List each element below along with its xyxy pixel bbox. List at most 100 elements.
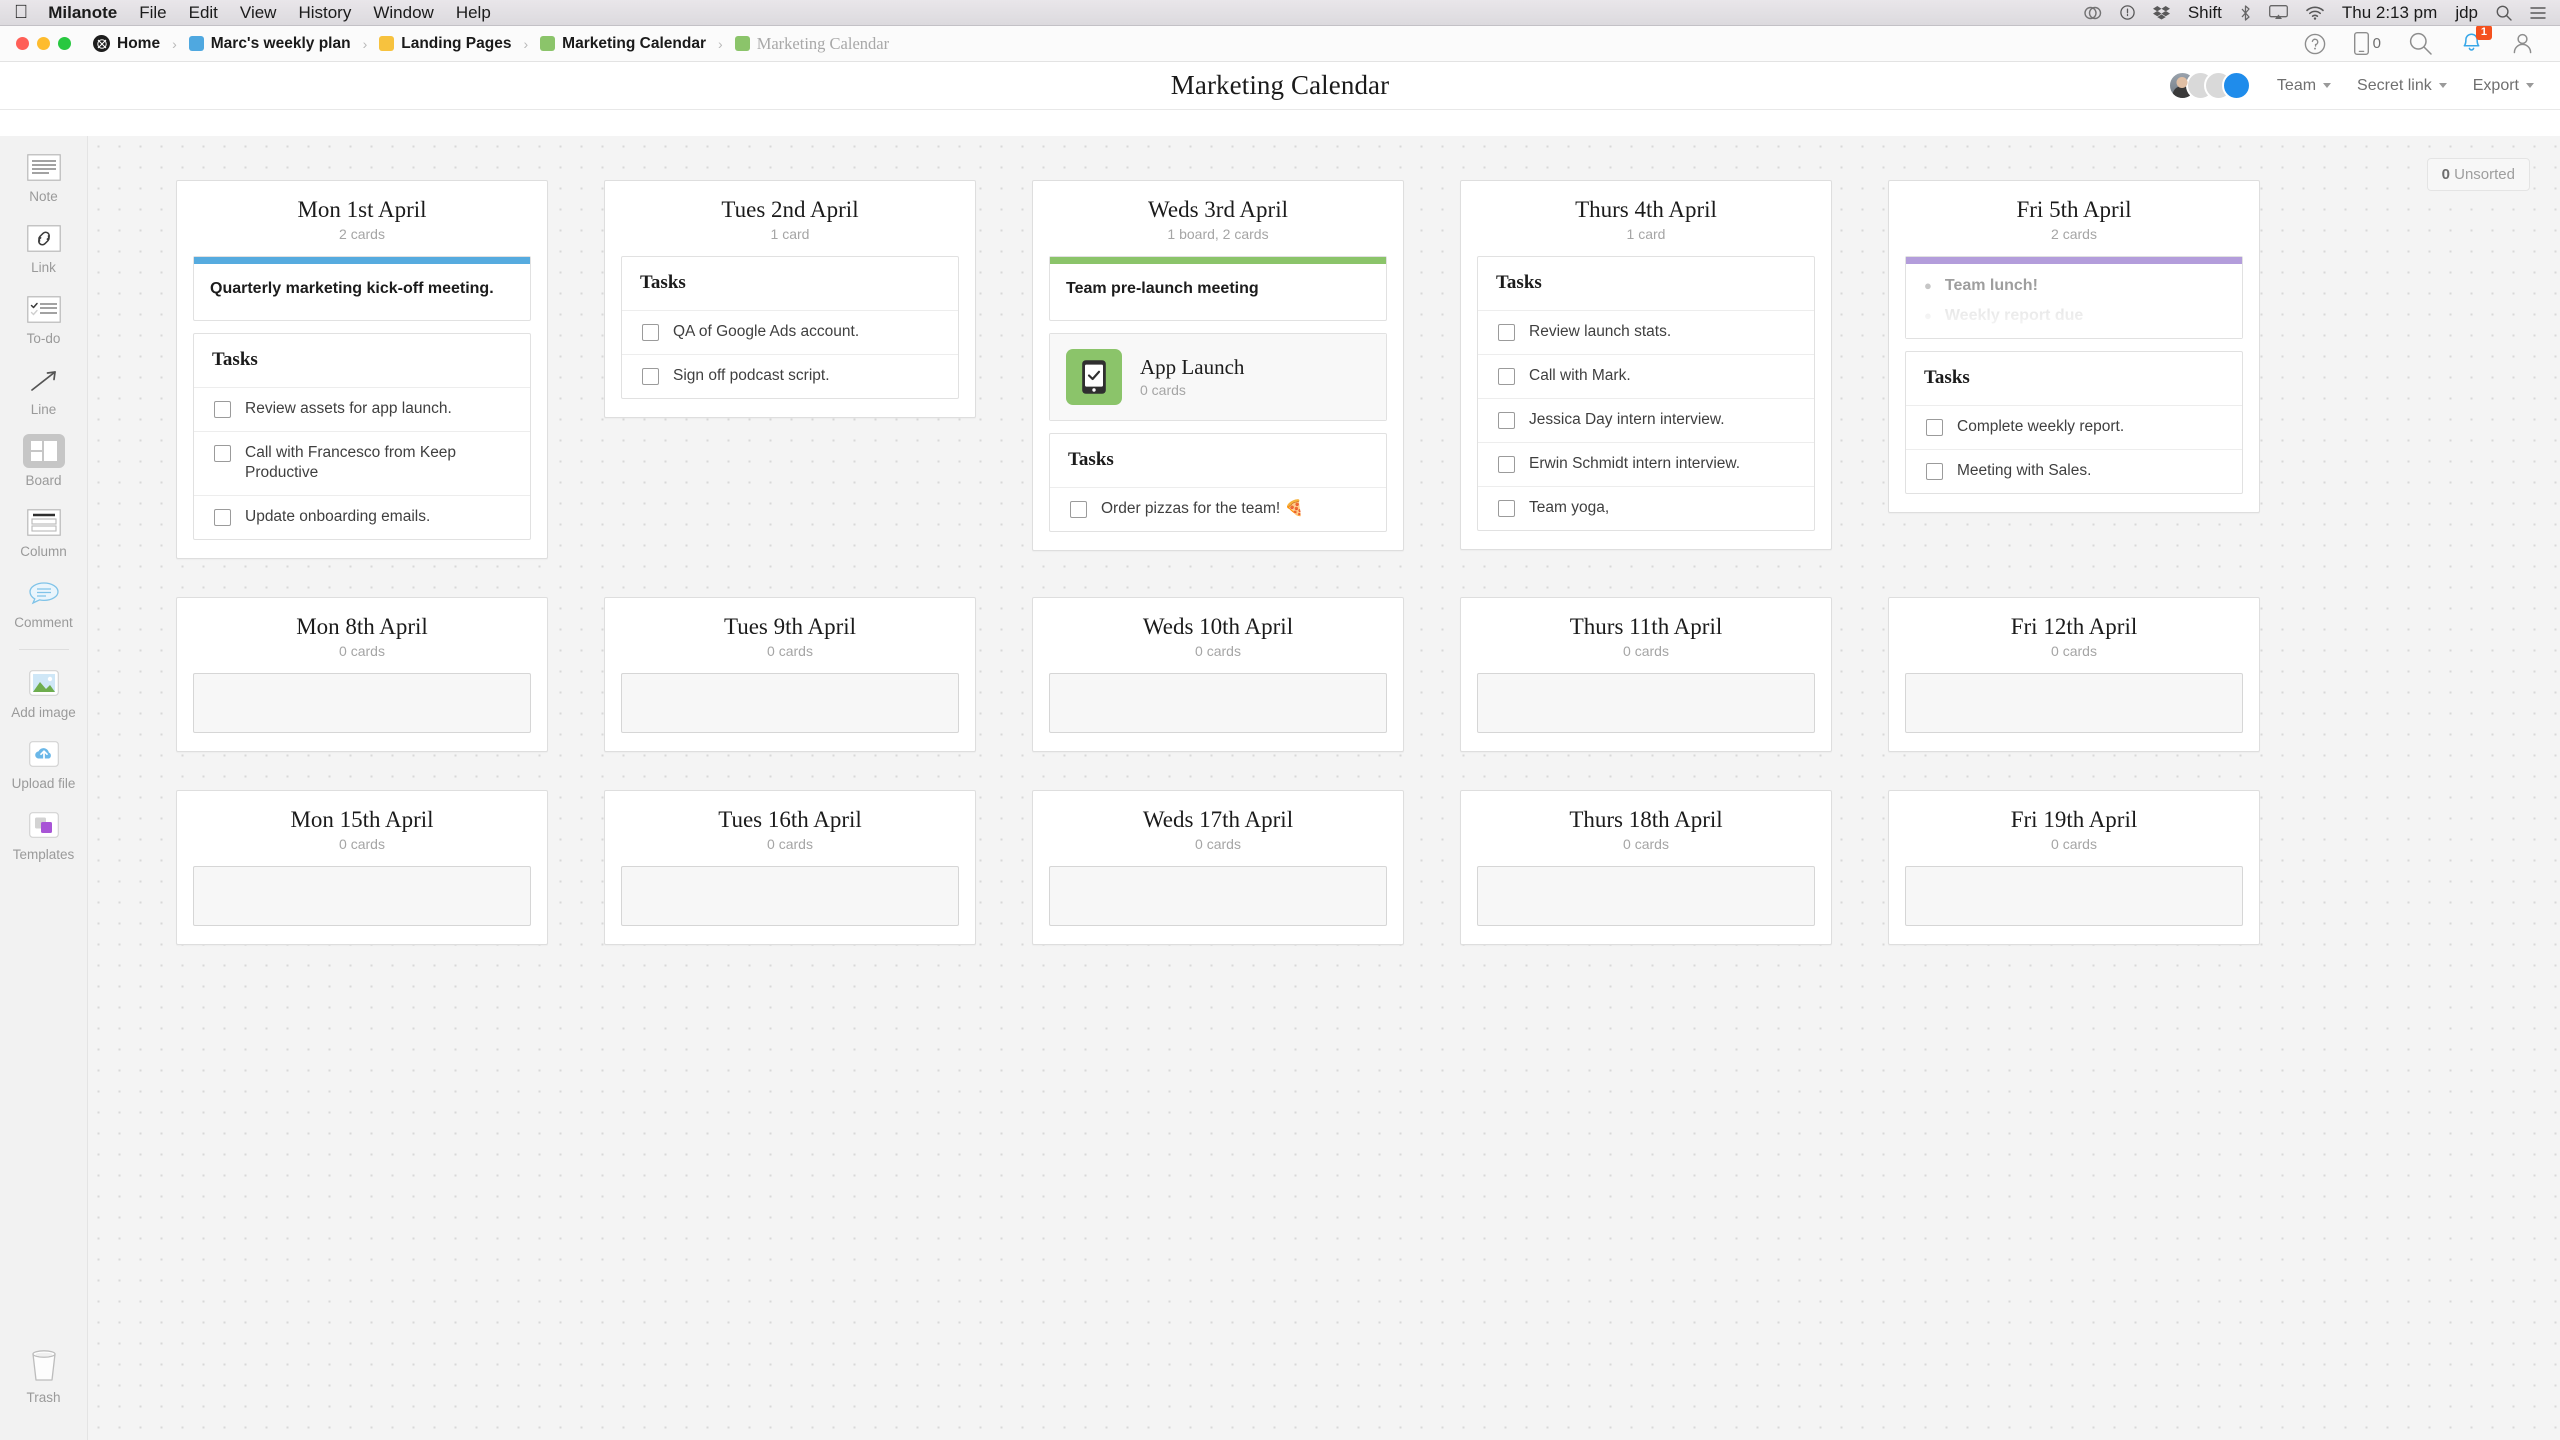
todo-card[interactable]: Tasks Order pizzas for the team! 🍕 — [1049, 432, 1387, 532]
bluetooth-icon[interactable] — [2240, 4, 2251, 21]
calendar-column[interactable]: Tues 9th April 0 cards — [604, 597, 976, 753]
calendar-column[interactable]: Thurs 18th April 0 cards — [1460, 790, 1832, 946]
calendar-column[interactable]: Thurs 11th April 0 cards — [1460, 597, 1832, 753]
calendar-column[interactable]: Tues 16th April 0 cards — [604, 790, 976, 946]
breadcrumb-item[interactable]: Home — [93, 35, 160, 53]
todo-checkbox[interactable] — [1498, 367, 1515, 385]
tool-comment[interactable]: Comment — [0, 576, 87, 630]
search-icon[interactable] — [2409, 32, 2432, 55]
empty-dropzone[interactable] — [193, 866, 531, 927]
avatar-add-more[interactable] — [2221, 71, 2251, 100]
tool-note[interactable]: Note — [0, 150, 87, 204]
todo-card[interactable]: Tasks Review assets for app launch. Call w… — [193, 332, 531, 541]
empty-dropzone[interactable] — [193, 673, 531, 734]
board-canvas[interactable]: 0 Unsorted Mon 1st April 2 cards Quarterly… — [88, 136, 2560, 1440]
todo-checkbox[interactable] — [1926, 419, 1943, 436]
apple-logo-icon[interactable]:  — [14, 3, 28, 22]
calendar-column[interactable]: Fri 19th April 0 cards — [1888, 790, 2260, 946]
menu-bar-username[interactable]: jdp — [2455, 3, 2478, 23]
empty-dropzone[interactable] — [621, 866, 959, 927]
empty-dropzone[interactable] — [1477, 866, 1815, 927]
tool-link[interactable]: Link — [0, 221, 87, 275]
calendar-column[interactable]: Weds 17th April 0 cards — [1032, 790, 1404, 946]
todo-checkbox[interactable] — [642, 367, 659, 385]
calendar-column[interactable]: Fri 12th April 0 cards — [1888, 597, 2260, 753]
menu-item-file[interactable]: File — [139, 3, 166, 23]
wifi-icon[interactable] — [2306, 6, 2324, 20]
todo-checkbox[interactable] — [214, 444, 231, 462]
calendar-column[interactable]: Weds 3rd April 1 board, 2 cards Team pre-l… — [1032, 180, 1404, 551]
todo-item[interactable]: Sign off podcast script. — [622, 355, 958, 398]
todo-item[interactable]: Team yoga, — [1478, 487, 1814, 530]
empty-dropzone[interactable] — [1477, 673, 1815, 734]
tool-board[interactable]: Board — [0, 434, 87, 488]
empty-dropzone[interactable] — [1905, 866, 2243, 927]
breadcrumb-item[interactable]: Landing Pages — [379, 35, 511, 53]
breadcrumb-item[interactable]: Marketing Calendar — [540, 35, 706, 53]
creative-cloud-icon[interactable] — [2084, 6, 2102, 20]
user-account-icon[interactable] — [2511, 32, 2534, 55]
secret-link-menu-button[interactable]: Secret link — [2357, 77, 2447, 95]
todo-item[interactable]: Call with Francesco from Keep Productive — [194, 432, 530, 497]
todo-checkbox[interactable] — [1498, 411, 1515, 429]
minimize-window-button[interactable] — [37, 37, 50, 50]
tool-templates[interactable]: Templates — [0, 808, 87, 862]
menu-item-view[interactable]: View — [240, 3, 277, 23]
menu-bar-clock[interactable]: Thu 2:13 pm — [2342, 3, 2437, 23]
todo-item[interactable]: Review launch stats. — [1478, 311, 1814, 355]
board-card-body[interactable]: App Launch 0 cards — [1050, 333, 1386, 420]
todo-item[interactable]: Erwin Schmidt intern interview. — [1478, 443, 1814, 487]
menu-item-window[interactable]: Window — [373, 3, 433, 23]
breadcrumb-item[interactable]: Marc's weekly plan — [188, 35, 351, 53]
team-menu-button[interactable]: Team — [2277, 77, 2332, 95]
bulleted-note-card[interactable]: ● Team lunch! ● Weekly report due — [1905, 256, 2243, 339]
info-circle-icon[interactable] — [2120, 5, 2135, 20]
todo-item[interactable]: Order pizzas for the team! 🍕 — [1050, 488, 1386, 531]
menu-item-edit[interactable]: Edit — [189, 3, 218, 23]
tool-todo[interactable]: To-do — [0, 292, 87, 346]
calendar-column[interactable]: Fri 5th April 2 cards ● Team lunch! ● Weekly … — [1888, 180, 2260, 513]
help-circle-icon[interactable] — [2304, 33, 2326, 55]
note-card[interactable]: Team pre-launch meeting — [1049, 256, 1387, 321]
spotlight-search-icon[interactable] — [2496, 5, 2512, 21]
note-card[interactable]: Quarterly marketing kick-off meeting. — [193, 256, 531, 321]
control-center-icon[interactable] — [2530, 6, 2546, 20]
todo-checkbox[interactable] — [1070, 500, 1087, 518]
mobile-preview-button[interactable]: 0 — [2353, 32, 2381, 55]
board-card[interactable]: App Launch 0 cards — [1049, 332, 1387, 421]
todo-item[interactable]: Review assets for app launch. — [194, 388, 530, 432]
todo-item[interactable]: Complete weekly report. — [1906, 406, 2242, 450]
calendar-column[interactable]: Weds 10th April 0 cards — [1032, 597, 1404, 753]
todo-card[interactable]: Tasks Review launch stats. Call with Mark.… — [1477, 256, 1815, 531]
todo-checkbox[interactable] — [214, 509, 231, 527]
tool-add-image[interactable]: Add image — [0, 666, 87, 720]
maximize-window-button[interactable] — [58, 37, 71, 50]
calendar-column[interactable]: Mon 15th April 0 cards — [176, 790, 548, 946]
breadcrumb-item[interactable]: Marketing Calendar — [734, 34, 889, 54]
menu-item-help[interactable]: Help — [456, 3, 491, 23]
tool-column[interactable]: Column — [0, 505, 87, 559]
todo-checkbox[interactable] — [214, 400, 231, 418]
todo-checkbox[interactable] — [1926, 462, 1943, 480]
calendar-column[interactable]: Tues 2nd April 1 card Tasks QA of Google Ad… — [604, 180, 976, 418]
calendar-column[interactable]: Thurs 4th April 1 card Tasks Review launch … — [1460, 180, 1832, 550]
todo-item[interactable]: QA of Google Ads account. — [622, 311, 958, 355]
close-window-button[interactable] — [16, 37, 29, 50]
menu-bar-shift-label[interactable]: Shift — [2188, 3, 2222, 23]
empty-dropzone[interactable] — [1905, 673, 2243, 734]
todo-item[interactable]: Update onboarding emails. — [194, 496, 530, 539]
empty-dropzone[interactable] — [621, 673, 959, 734]
tool-line[interactable]: Line — [0, 363, 87, 417]
export-menu-button[interactable]: Export — [2473, 77, 2534, 95]
calendar-column[interactable]: Mon 8th April 0 cards — [176, 597, 548, 753]
menu-item-milanote[interactable]: Milanote — [48, 3, 117, 23]
todo-card[interactable]: Tasks QA of Google Ads account. Sign off p… — [621, 256, 959, 399]
dropbox-icon[interactable] — [2152, 5, 2170, 20]
todo-card[interactable]: Tasks Complete weekly report. Meeting with… — [1905, 351, 2243, 494]
todo-item[interactable]: Jessica Day intern interview. — [1478, 399, 1814, 443]
empty-dropzone[interactable] — [1049, 673, 1387, 734]
tool-upload-file[interactable]: Upload file — [0, 737, 87, 791]
todo-item[interactable]: Call with Mark. — [1478, 355, 1814, 399]
notifications-bell-icon[interactable]: 1 — [2460, 25, 2492, 55]
todo-item[interactable]: Meeting with Sales. — [1906, 450, 2242, 493]
